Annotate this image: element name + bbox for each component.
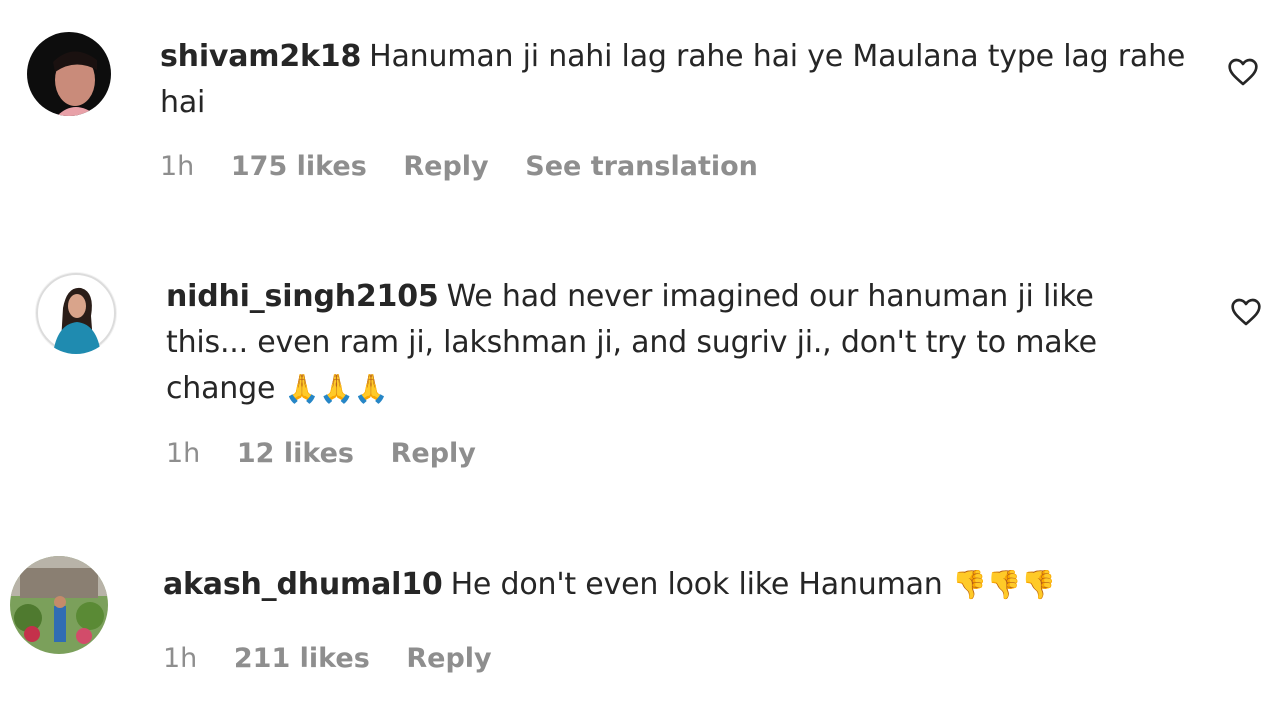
comment-meta: 1h 12 likes Reply [166, 438, 504, 469]
avatar[interactable] [27, 32, 111, 116]
comment-text: He don't even look like Hanuman [450, 567, 943, 602]
avatar[interactable] [10, 556, 108, 654]
comment-username[interactable]: shivam2k18 [160, 39, 361, 74]
comment-body: akash_dhumal10 He don't even look like Ha… [163, 562, 1280, 608]
heart-icon[interactable] [1230, 297, 1262, 327]
comment-time[interactable]: 1h [166, 438, 200, 469]
reply-button[interactable]: Reply [403, 151, 488, 182]
comment-time[interactable]: 1h [163, 643, 197, 674]
reply-button[interactable]: Reply [406, 643, 491, 674]
comment-body: shivam2k18 Hanuman ji nahi lag rahe hai y… [160, 34, 1200, 126]
comment-body: nidhi_singh2105 We had never imagined our… [166, 274, 1176, 412]
comment-likes[interactable]: 175 likes [231, 151, 367, 182]
comment-username[interactable]: akash_dhumal10 [163, 567, 443, 602]
see-translation-button[interactable]: See translation [525, 151, 758, 182]
comment-meta: 1h 175 likes Reply See translation [160, 151, 786, 182]
comment-time[interactable]: 1h [160, 151, 194, 182]
praying-hands-emoji: 🙏🙏🙏 [284, 372, 389, 405]
reply-button[interactable]: Reply [391, 438, 476, 469]
avatar[interactable] [35, 272, 117, 354]
thumbs-down-emoji: 👎👎👎 [951, 568, 1056, 601]
comment-meta: 1h 211 likes Reply [163, 643, 520, 674]
heart-icon[interactable] [1227, 57, 1259, 87]
comment-likes[interactable]: 211 likes [234, 643, 370, 674]
comment-username[interactable]: nidhi_singh2105 [166, 279, 439, 314]
comment-likes[interactable]: 12 likes [237, 438, 354, 469]
